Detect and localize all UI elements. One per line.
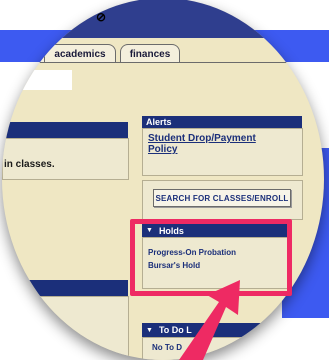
pointer-arrow-icon	[179, 280, 240, 360]
